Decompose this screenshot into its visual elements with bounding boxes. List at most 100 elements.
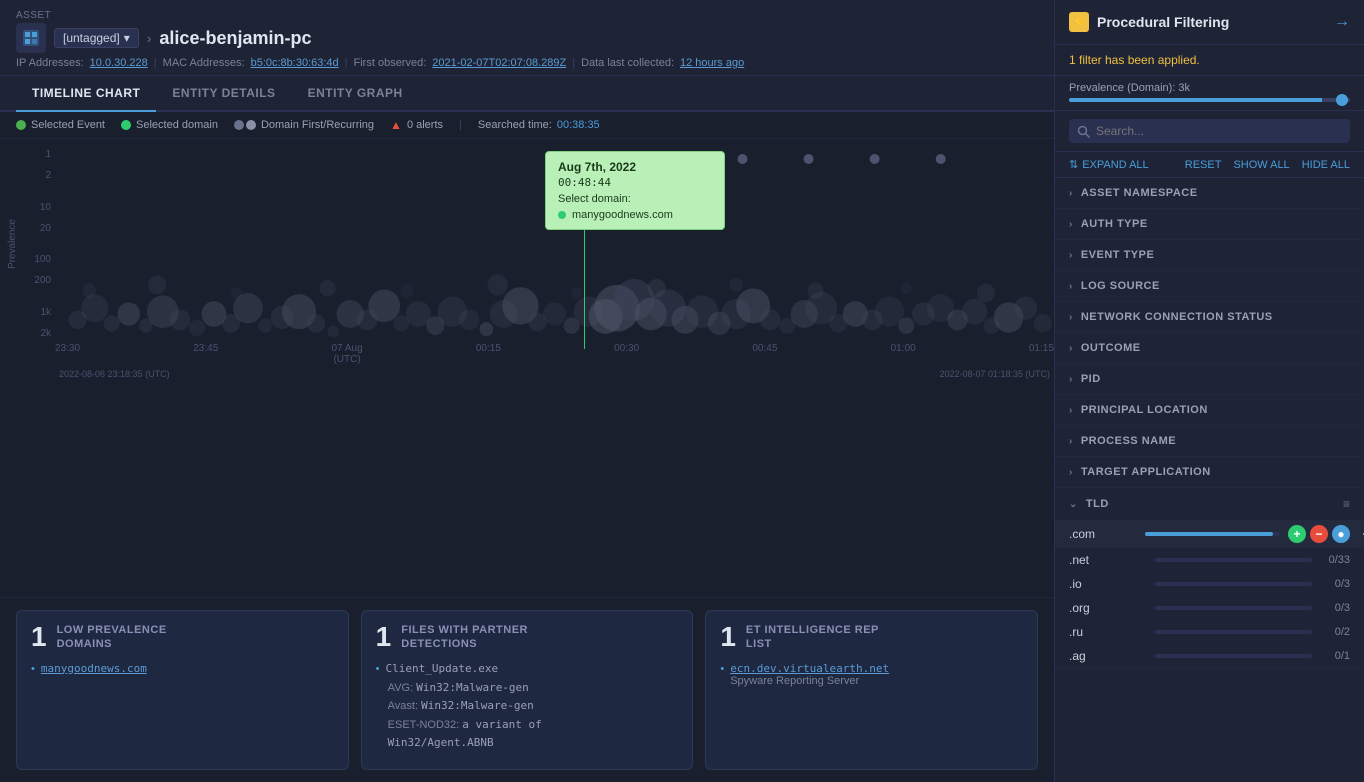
tld-bar-net [1155,558,1312,562]
card-1-count: 1 [31,623,47,651]
show-all-button[interactable]: SHOW ALL [1233,159,1289,171]
meta-row: IP Addresses: 10.0.30.228 | MAC Addresse… [16,57,1038,69]
expand-all-toggle[interactable]: ⇅ EXPAND ALL [1069,158,1149,171]
card-et-intelligence: 1 ET INTELLIGENCE REPLIST • ecn.dev.virt… [705,610,1038,770]
section-event-type: › EVENT TYPE [1055,240,1364,271]
card-2-title: FILES WITH PARTNERDETECTIONS [401,623,528,652]
tooltip-label: Select domain: [558,193,712,205]
panel-arrow[interactable]: → [1334,13,1350,31]
card-2-item-1: • Client_Update.exe [376,662,679,675]
detection-filename: Client_Update.exe [386,662,499,675]
detection-avast: Avast: Win32:Malware-gen [388,697,679,716]
legend-selected-event: Selected Event [16,119,105,131]
tld-label-org: .org [1069,601,1147,615]
prevalence-slider[interactable] [1069,98,1350,102]
tld-item-org: .org 0/3 [1055,596,1364,620]
tld-item-ag: .ag 0/1 [1055,644,1364,668]
tld-item-com: .com + − ● Exclude Others [1055,520,1364,548]
section-header-network-connection-status[interactable]: › NETWORK CONNECTION STATUS [1055,302,1364,332]
chevron-pid: › [1069,374,1073,385]
card-1-title: LOW PREVALENCEDOMAINS [57,623,167,652]
section-header-asset-namespace[interactable]: › ASSET NAMESPACE [1055,178,1364,208]
tld-remove-button-com[interactable]: − [1310,525,1328,543]
tld-add-button-com[interactable]: + [1288,525,1306,543]
card-2-detections: AVG: Win32:Malware-gen Avast: Win32:Malw… [388,679,679,753]
tld-actions-com: + − ● [1288,525,1350,543]
x-tick-3: 07 Aug(UTC) [332,343,363,365]
tab-entity-graph[interactable]: ENTITY GRAPH [292,76,419,112]
low-prevalence-domain[interactable]: manygoodnews.com [41,662,147,675]
x-tick-1: 23:30 [55,343,80,354]
section-header-principal-location[interactable]: › PRINCIPAL LOCATION [1055,395,1364,425]
tld-bar-fill-com [1145,532,1274,536]
section-log-source: › LOG SOURCE [1055,271,1364,302]
prevalence-label: Prevalence (Domain): 3k [1069,82,1350,94]
tab-entity-details[interactable]: ENTITY DETAILS [156,76,291,112]
cards-row: 1 LOW PREVALENCEDOMAINS • manygoodnews.c… [0,597,1054,782]
x-tick-4: 00:15 [476,343,501,354]
legend-alerts: ▲ 0 alerts [390,118,443,132]
right-panel: ⚡ Procedural Filtering → 1 filter has be… [1054,0,1364,782]
section-header-auth-type[interactable]: › AUTH TYPE [1055,209,1364,239]
data-collected[interactable]: 12 hours ago [680,57,744,69]
chevron-target-application: › [1069,467,1073,478]
filter-icon: ⚡ [1069,12,1089,32]
slider-thumb [1336,94,1348,106]
card-2-count: 1 [376,623,392,651]
reset-button[interactable]: RESET [1185,159,1222,171]
tld-sort-icon[interactable]: ≡ [1343,497,1350,511]
section-header-pid[interactable]: › PID [1055,364,1364,394]
tld-label-ru: .ru [1069,625,1147,639]
legend-selected-domain: Selected domain [121,119,218,131]
card-3-count: 1 [720,623,736,651]
mac-address[interactable]: b5:0c:8b:30:63:4d [251,57,339,69]
section-asset-namespace: › ASSET NAMESPACE [1055,178,1364,209]
section-target-application: › TARGET APPLICATION [1055,457,1364,488]
chart-tooltip: Aug 7th, 2022 00:48:44 Select domain: ma… [545,151,725,230]
section-header-outcome[interactable]: › OUTCOME [1055,333,1364,363]
tld-label-com: .com [1069,527,1137,541]
y-axis: 1 2 10 20 100 200 1k 2k [0,139,55,349]
chart-area[interactable]: Prevalence 1 2 10 20 100 200 1k 2k [0,139,1054,597]
tld-bar-org [1155,606,1312,610]
section-header-process-name[interactable]: › PROCESS NAME [1055,426,1364,456]
ip-address[interactable]: 10.0.30.228 [90,57,148,69]
domain-first-dot1 [234,120,244,130]
tab-bar: TIMELINE CHART ENTITY DETAILS ENTITY GRA… [0,76,1054,112]
asset-icon [16,23,46,53]
section-auth-type: › AUTH TYPE [1055,209,1364,240]
first-observed[interactable]: 2021-02-07T02:07:08.289Z [432,57,566,69]
tld-section-header[interactable]: ⌄ TLD ≡ [1055,488,1364,520]
search-input[interactable] [1096,124,1342,138]
chevron-principal-location: › [1069,405,1073,416]
search-icon [1077,125,1090,138]
asset-hostname: alice-benjamin-pc [159,28,311,49]
section-header-event-type[interactable]: › EVENT TYPE [1055,240,1364,270]
tld-bar-io [1155,582,1312,586]
section-header-log-source[interactable]: › LOG SOURCE [1055,271,1364,301]
tag-badge[interactable]: [untagged] ▾ [54,28,139,48]
panel-header: ⚡ Procedural Filtering → [1055,0,1364,45]
asset-label: ASSET [16,10,1038,21]
et-domain[interactable]: ecn.dev.virtualearth.net [730,662,889,675]
et-description: Spyware Reporting Server [730,675,859,687]
tooltip-domain: manygoodnews.com [558,209,712,221]
section-process-name: › PROCESS NAME [1055,426,1364,457]
tooltip-date: Aug 7th, 2022 [558,160,712,174]
tld-exclude-button-com[interactable]: ● [1332,525,1350,543]
hide-all-button[interactable]: HIDE ALL [1302,159,1350,171]
tld-count-ag: 0/1 [1320,650,1350,662]
x-tick-7: 01:00 [891,343,916,354]
chevron-process-name: › [1069,436,1073,447]
tab-timeline[interactable]: TIMELINE CHART [16,76,156,112]
tld-item-io: .io 0/3 [1055,572,1364,596]
domain-first-dot2 [246,120,256,130]
detection-avg: AVG: Win32:Malware-gen [388,679,679,698]
section-header-target-application[interactable]: › TARGET APPLICATION [1055,457,1364,487]
card-3-title: ET INTELLIGENCE REPLIST [746,623,879,652]
tld-count-net: 0/33 [1320,554,1350,566]
section-outcome: › OUTCOME [1055,333,1364,364]
chart-plot[interactable]: Aug 7th, 2022 00:48:44 Select domain: ma… [55,139,1054,349]
alert-icon: ▲ [390,118,402,132]
section-principal-location: › PRINCIPAL LOCATION [1055,395,1364,426]
